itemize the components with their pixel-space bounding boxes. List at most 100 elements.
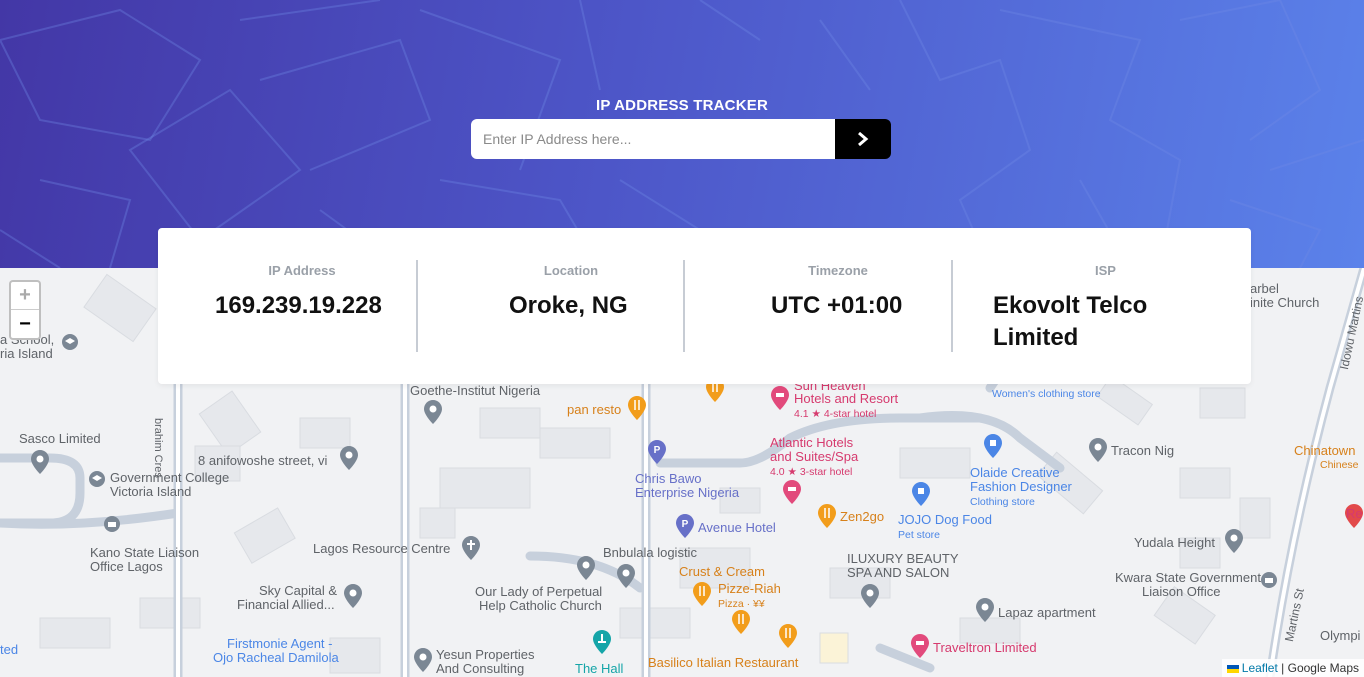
ip-address-label: IP Address <box>268 263 336 278</box>
hotel-icon[interactable] <box>783 480 801 504</box>
poi-label: Sky Capital & <box>259 583 338 598</box>
poi-label: Yesun Properties <box>436 647 535 662</box>
poi-label: Ojo Racheal Damilola <box>213 650 339 665</box>
poi-label: 8 anifowoshe street, vi <box>198 453 328 468</box>
poi-label: Basilico Italian Restaurant <box>648 655 799 670</box>
poi-label: Atlantic Hotels <box>770 435 854 450</box>
parking-icon[interactable]: P <box>648 440 666 464</box>
poi-label: ted <box>0 642 19 657</box>
poi-label: Zen2go <box>840 509 885 524</box>
restaurant-icon[interactable] <box>693 582 711 606</box>
poi-label: Olaide Creative <box>970 465 1060 480</box>
restaurant-icon[interactable] <box>818 504 836 528</box>
location-pin-icon[interactable] <box>861 584 879 608</box>
poi-sublabel: Pet store <box>898 529 941 541</box>
poi-label: Goethe-Institut Nigeria <box>410 383 541 398</box>
location-pin-icon[interactable] <box>577 556 595 580</box>
school-icon[interactable] <box>62 334 78 350</box>
location-pin-icon[interactable] <box>31 450 49 474</box>
poi-label: Pizze-Riah <box>718 581 781 596</box>
divider <box>683 260 685 352</box>
attribution-separator: | <box>1281 661 1285 675</box>
poi-label: Firstmonie Agent - <box>227 636 333 651</box>
poi-label: Sasco Limited <box>19 431 101 446</box>
leaflet-link[interactable]: Leaflet <box>1242 661 1278 675</box>
location-section: Location Oroke, NG <box>436 228 706 384</box>
poi-label: Yudala Height <box>1134 535 1215 550</box>
location-pin-icon[interactable] <box>340 446 358 470</box>
svg-text:P: P <box>654 445 661 456</box>
poi-label: Help Catholic Church <box>479 598 602 613</box>
poi-label: Financial Allied... <box>237 597 335 612</box>
poi-label: Bnbulala logistic <box>603 545 697 560</box>
poi-sublabel: Women's clothing store <box>992 388 1101 400</box>
shopping-icon[interactable] <box>984 434 1002 458</box>
poi-label: And Consulting <box>436 661 525 676</box>
government-icon[interactable] <box>1261 572 1277 588</box>
poi-label: Victoria Island <box>110 484 192 499</box>
ip-address-section: IP Address 169.239.19.228 <box>178 228 426 384</box>
poi-label: JOJO Dog Food <box>898 512 992 527</box>
hotel-icon[interactable] <box>771 386 789 410</box>
timezone-label: Timezone <box>808 263 868 278</box>
poi-label: Kwara State Government <box>1115 570 1261 585</box>
location-pin-icon[interactable] <box>344 584 362 608</box>
zoom-in-button[interactable]: + <box>11 282 39 310</box>
poi-label: Lagos Resource Centre <box>313 541 451 556</box>
poi-label: Tracon Nig <box>1111 443 1175 458</box>
svg-text:P: P <box>682 519 689 530</box>
search-submit-button[interactable] <box>835 119 891 159</box>
poi-label: Avenue Hotel <box>698 520 776 535</box>
location-pin-icon[interactable] <box>1089 438 1107 462</box>
location-label: Location <box>543 263 599 278</box>
timezone-value: UTC +01:00 <box>771 292 903 319</box>
ip-info-card: IP Address 169.239.19.228 Location Oroke… <box>158 228 1251 384</box>
restaurant-icon[interactable] <box>628 396 646 420</box>
attraction-icon[interactable] <box>593 630 611 654</box>
location-value: Oroke, NG <box>509 292 628 319</box>
poi-label: ILUXURY BEAUTY <box>847 551 959 566</box>
location-pin-icon[interactable] <box>414 648 432 672</box>
street-label: brahim Cres <box>152 418 164 478</box>
poi-label: Crust & Cream <box>679 564 765 579</box>
poi-sublabel: Clothing store <box>970 496 1035 508</box>
ip-address-value: 169.239.19.228 <box>215 292 382 319</box>
parking-icon[interactable]: P <box>676 514 694 538</box>
government-icon[interactable] <box>104 516 120 532</box>
divider <box>416 260 418 352</box>
poi-label: ria Island <box>0 346 53 361</box>
poi-label: Our Lady of Perpetual <box>475 584 603 599</box>
location-pin-icon[interactable] <box>617 564 635 588</box>
ip-search-input[interactable] <box>471 119 835 159</box>
poi-label: SPA AND SALON <box>847 565 950 580</box>
poi-sublabel: 4.1 ★ 4-star hotel <box>794 408 877 420</box>
poi-label: Enterprise Nigeria <box>635 485 740 500</box>
map-attribution: Leaflet | Google Maps <box>1221 659 1364 677</box>
restaurant-icon[interactable] <box>732 610 750 634</box>
church-icon[interactable] <box>462 536 480 560</box>
zoom-out-button[interactable]: − <box>11 310 39 338</box>
location-pin-icon[interactable] <box>1225 529 1243 553</box>
poi-label: and Suites/Spa <box>770 449 859 464</box>
poi-label: Traveltron Limited <box>933 640 1037 655</box>
google-maps-attribution: Google Maps <box>1287 661 1359 675</box>
hotel-icon[interactable] <box>911 634 929 658</box>
isp-section: ISP Ekovolt Telco Limited <box>973 228 1238 384</box>
poi-label: Government College <box>110 470 230 485</box>
divider <box>951 260 953 352</box>
poi-label: Kano State Liaison <box>90 545 200 560</box>
poi-label: arbel <box>1250 281 1279 296</box>
school-icon[interactable] <box>89 471 105 487</box>
poi-label: Fashion Designer <box>970 479 1072 494</box>
shopping-icon[interactable] <box>912 482 930 506</box>
poi-label: Office Lagos <box>90 559 163 574</box>
poi-label: Chris Bawo <box>635 471 702 486</box>
poi-sublabel: Pizza · ¥¥ <box>718 598 765 610</box>
zoom-control: + − <box>9 280 41 340</box>
timezone-section: Timezone UTC +01:00 <box>703 228 973 384</box>
poi-label: Chinatown <box>1294 443 1356 458</box>
location-pin-icon[interactable] <box>424 400 442 424</box>
restaurant-icon[interactable] <box>779 624 797 648</box>
poi-label: Liaison Office <box>1142 584 1221 599</box>
location-pin-icon[interactable] <box>976 598 994 622</box>
